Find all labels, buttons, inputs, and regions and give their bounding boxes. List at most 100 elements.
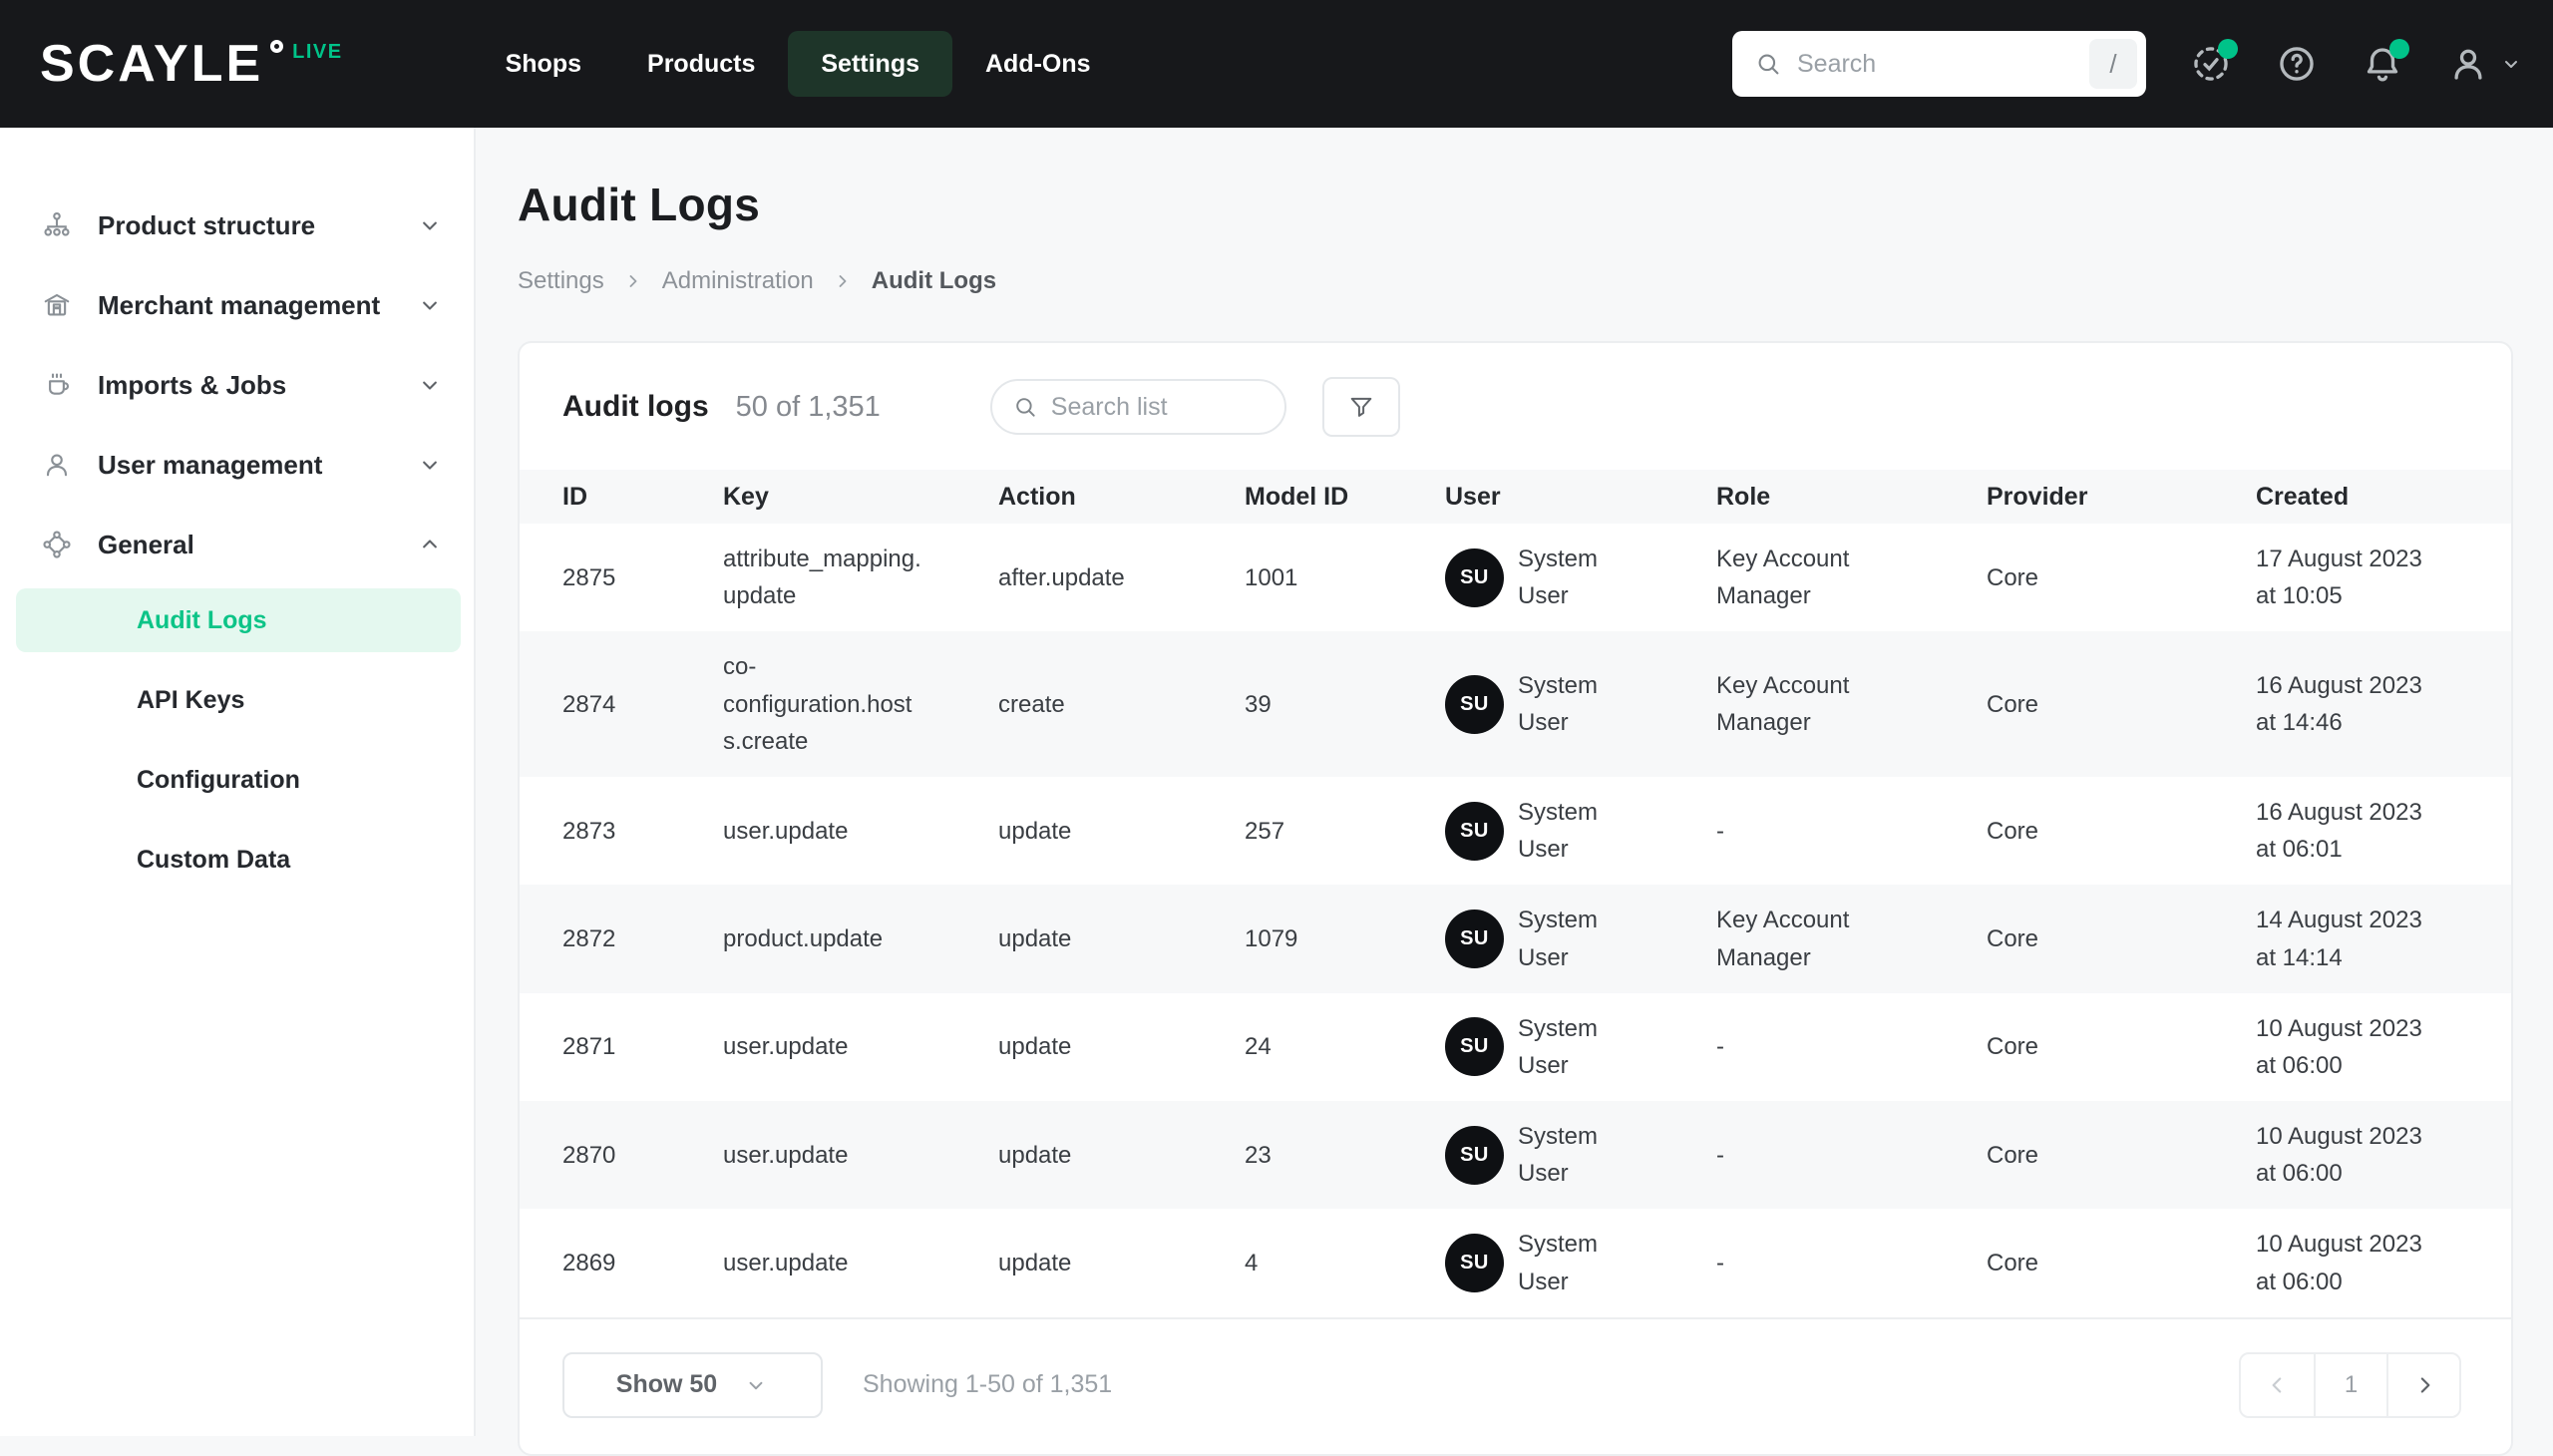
sidebar-item-label: General [98, 529, 194, 559]
cell-id: 2874 [562, 690, 616, 718]
chevron-left-icon [2265, 1372, 2291, 1398]
page-size-dropdown[interactable]: Show 50 [562, 1351, 823, 1418]
cell-provider: Core [1987, 1141, 2039, 1169]
user-name: System User [1518, 907, 1599, 971]
user-initials-avatar: SU [1445, 547, 1504, 607]
user-initials-avatar: SU [1445, 1017, 1504, 1077]
filter-button[interactable] [1321, 377, 1400, 437]
previous-page-button[interactable] [2241, 1354, 2314, 1416]
sidebar-item-general[interactable]: General [0, 505, 474, 584]
created-time: at 06:00 [2256, 1268, 2343, 1295]
user-name: System User [1518, 546, 1599, 610]
sidebar-item-user-management[interactable]: User management [0, 425, 474, 505]
search-placeholder: Search [1797, 49, 1877, 78]
cell-provider: Core [1987, 817, 2039, 845]
cell-model-id: 4 [1245, 1250, 1259, 1277]
breadcrumb: Settings Administration Audit Logs [518, 267, 2513, 295]
cell-user: SU System User [1445, 1010, 1716, 1084]
cell-user: SU System User [1445, 667, 1716, 741]
table-row[interactable]: 2870 user.update update 23 SU System Use… [520, 1101, 2511, 1210]
scayle-logo[interactable]: SCAYLE LIVE [40, 34, 343, 94]
showing-range-label: Showing 1-50 of 1,351 [863, 1370, 1113, 1399]
topbar: SCAYLE LIVE Shops Products Settings Add-… [0, 0, 2553, 128]
table-row[interactable]: 2869 user.update update 4 SU System User… [520, 1209, 2511, 1317]
cell-key: user.update [723, 1250, 849, 1277]
current-page-button[interactable]: 1 [2314, 1353, 2386, 1416]
sidebar-item-imports-jobs[interactable]: Imports & Jobs [0, 345, 474, 425]
chevron-down-icon [2499, 52, 2523, 76]
user-initials-avatar: SU [1445, 1125, 1504, 1185]
chevron-down-icon [416, 211, 444, 239]
column-header-id: ID [562, 482, 587, 511]
cell-role: Key Account Manager [1716, 907, 1850, 971]
column-header-created: Created [2256, 482, 2350, 511]
topbar-right: Search / [1732, 31, 2523, 97]
cell-provider: Core [1987, 1250, 2039, 1277]
breadcrumb-audit-logs: Audit Logs [871, 267, 997, 294]
global-search-input[interactable]: Search / [1732, 31, 2146, 97]
column-header-key: Key [723, 482, 769, 511]
cell-action: create [998, 690, 1065, 718]
cell-id: 2871 [562, 1033, 616, 1061]
table-body: 2875 attribute_mapping.update after.upda… [520, 524, 2511, 1317]
card-title: Audit logs [562, 390, 709, 423]
help-button[interactable] [2276, 43, 2318, 85]
pagination: 1 [2239, 1351, 2461, 1418]
sidebar-subitem-api-keys[interactable]: API Keys [16, 668, 461, 732]
next-page-button[interactable] [2386, 1353, 2459, 1416]
user-initials-avatar: SU [1445, 801, 1504, 861]
notifications-bell-button[interactable] [2362, 39, 2409, 85]
topnav-item-addons[interactable]: Add-Ons [952, 31, 1124, 97]
sidebar-subitem-audit-logs[interactable]: Audit Logs [16, 588, 461, 652]
notifications-green-dot [2389, 39, 2409, 59]
cell-key: user.update [723, 817, 849, 845]
cell-created: 10 August 2023 at 06:00 [2256, 1226, 2511, 1299]
table-row[interactable]: 2875 attribute_mapping.update after.upda… [520, 524, 2511, 632]
table-header-row: ID Key Action Model ID User Role Provide… [520, 470, 2511, 524]
page-title: Audit Logs [518, 179, 761, 230]
breadcrumb-settings[interactable]: Settings [518, 267, 604, 295]
sidebar-item-label: Product structure [98, 209, 316, 240]
sidebar-item-product-structure[interactable]: Product structure [0, 185, 474, 265]
table-row[interactable]: 2874 co-configuration.hosts.create creat… [520, 631, 2511, 777]
status-check-button[interactable] [2190, 39, 2238, 85]
column-header-action: Action [998, 482, 1076, 511]
cell-role: - [1716, 1033, 1724, 1061]
cell-key: user.update [723, 1141, 849, 1169]
cell-key: co-configuration.hosts.create [723, 653, 912, 755]
created-time: at 14:14 [2256, 943, 2343, 971]
live-environment-badge: LIVE [292, 41, 343, 63]
sidebar-subitem-custom-data[interactable]: Custom Data [16, 828, 461, 892]
card-count: 50 of 1,351 [735, 390, 881, 423]
sidebar-subitem-configuration[interactable]: Configuration [16, 748, 461, 812]
top-navigation: Shops Products Settings Add-Ons [473, 31, 1124, 97]
topnav-item-products[interactable]: Products [614, 31, 788, 97]
list-search-input[interactable]: Search list [989, 379, 1286, 435]
topnav-item-shops[interactable]: Shops [473, 31, 614, 97]
cell-role: Key Account Manager [1716, 546, 1850, 610]
created-date: 14 August 2023 [2256, 907, 2422, 934]
cell-provider: Core [1987, 690, 2039, 718]
cell-id: 2875 [562, 563, 616, 591]
user-name: System User [1518, 671, 1599, 737]
list-search-placeholder: Search list [1050, 392, 1168, 421]
topnav-item-settings[interactable]: Settings [788, 31, 952, 97]
table-row[interactable]: 2872 product.update update 1079 SU Syste… [520, 885, 2511, 993]
cell-created: 14 August 2023 at 14:14 [2256, 902, 2511, 975]
column-header-provider: Provider [1987, 482, 2088, 511]
cell-id: 2872 [562, 924, 616, 952]
cell-action: update [998, 924, 1072, 952]
created-date: 16 August 2023 [2256, 798, 2422, 826]
logo-text: SCAYLE [40, 35, 264, 93]
table-row[interactable]: 2871 user.update update 24 SU System Use… [520, 992, 2511, 1102]
table-row[interactable]: 2873 user.update update 257 SU System Us… [520, 776, 2511, 886]
cell-id: 2869 [562, 1250, 616, 1277]
network-icon [42, 530, 72, 559]
breadcrumb-administration[interactable]: Administration [662, 267, 814, 295]
cell-role: - [1716, 1141, 1724, 1169]
user-menu-button[interactable] [2447, 43, 2523, 85]
sidebar-item-label: Merchant management [98, 289, 381, 320]
sidebar-item-merchant-management[interactable]: Merchant management [0, 265, 474, 345]
page-size-label: Show 50 [615, 1370, 718, 1399]
cell-role: - [1716, 1250, 1724, 1277]
